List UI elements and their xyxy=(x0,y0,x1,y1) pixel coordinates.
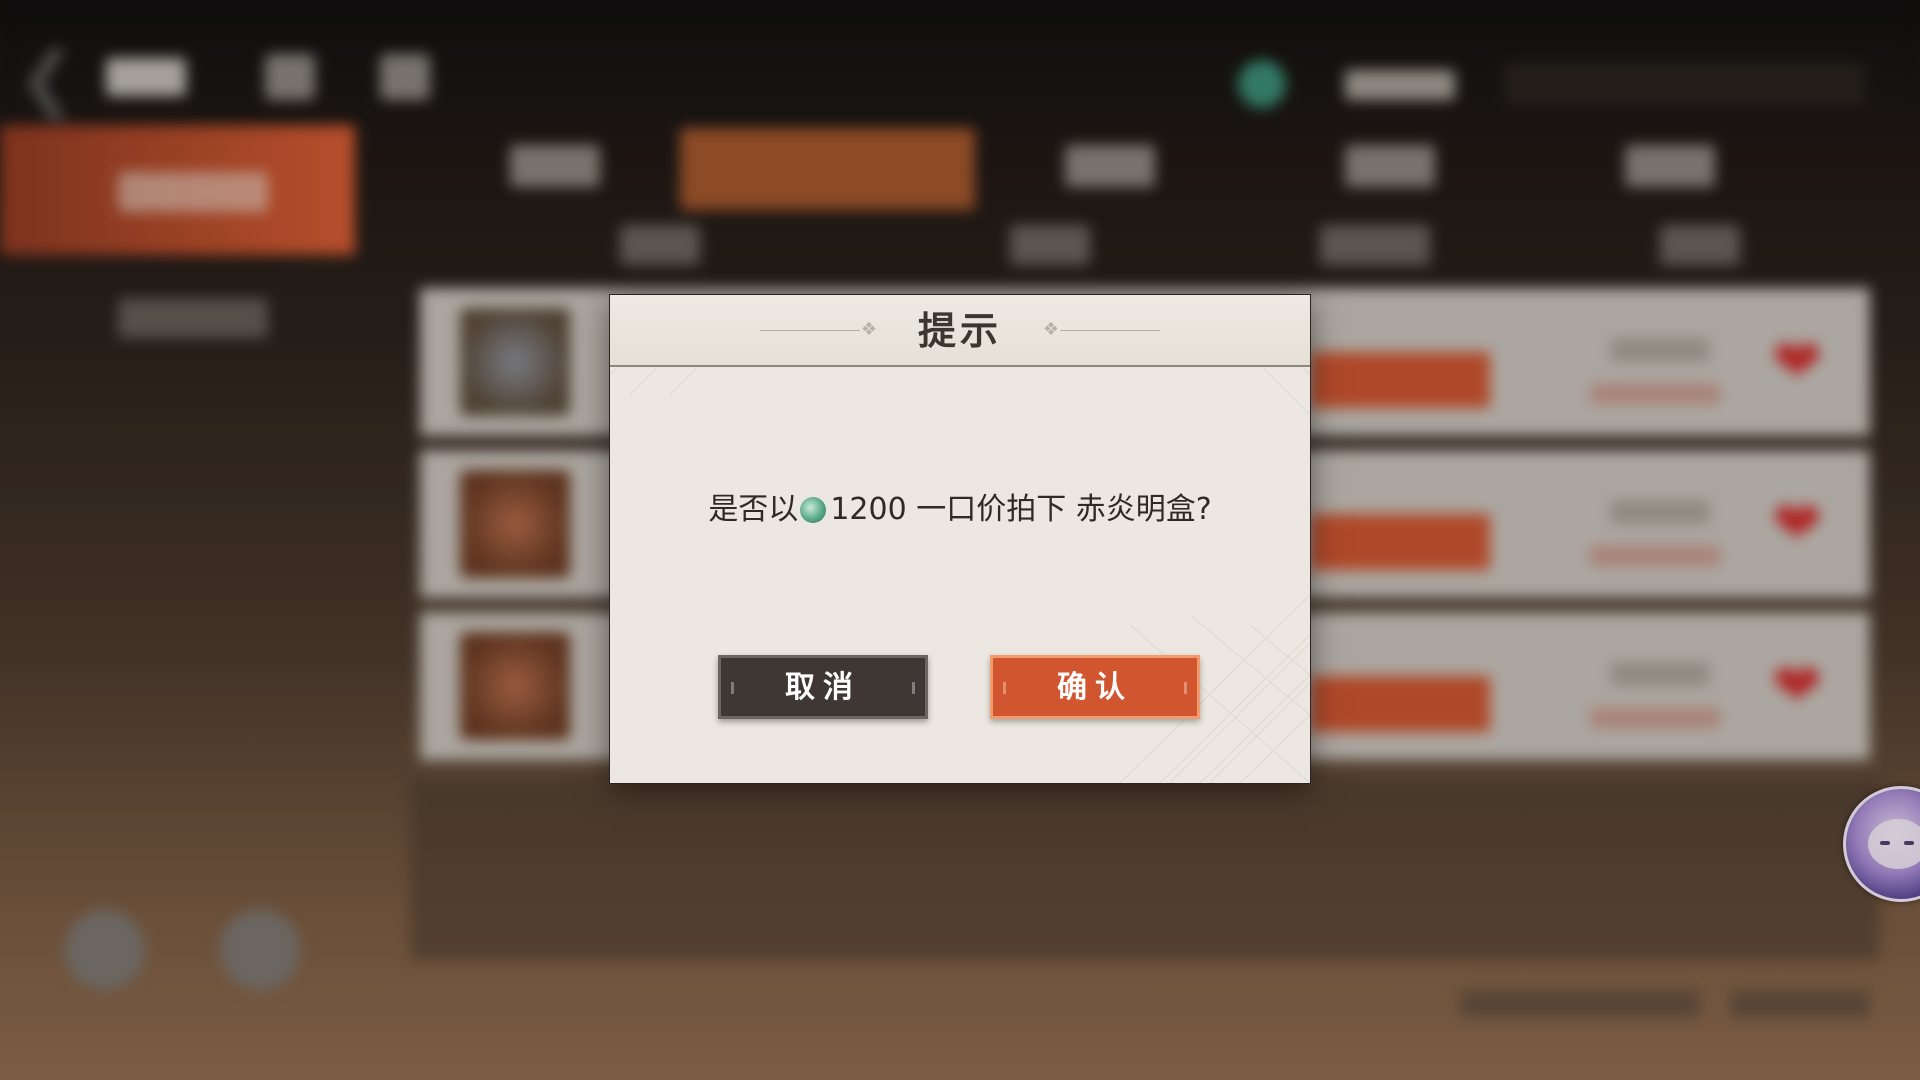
cancel-button[interactable]: 取消 xyxy=(718,655,928,719)
confirm-button[interactable]: 确认 xyxy=(990,655,1200,719)
screen: ❮ ❤ ❤ ❤ ❖ 提示 ❖ 是否以 1200 一口价拍下 赤炎明盒? 取消 确… xyxy=(0,0,1920,1080)
cancel-label: 取消 xyxy=(785,670,861,705)
dialog-message: 是否以 1200 一口价拍下 赤炎明盒? xyxy=(610,487,1310,533)
button-ornament xyxy=(1003,682,1006,694)
dialog-header: ❖ 提示 ❖ xyxy=(610,295,1310,367)
message-suffix: 一口价拍下 赤炎明盒? xyxy=(916,492,1212,527)
button-ornament xyxy=(731,682,734,694)
jade-coin-icon xyxy=(800,497,827,523)
title-ornament-line xyxy=(1060,330,1160,331)
dialog-title: 提示 xyxy=(917,308,1002,353)
dialog-lattice-pattern xyxy=(610,295,1310,783)
price-value: 1200 xyxy=(830,492,907,527)
confirm-label: 确认 xyxy=(1057,670,1133,705)
button-ornament xyxy=(912,682,915,694)
confirm-dialog: ❖ 提示 ❖ 是否以 1200 一口价拍下 赤炎明盒? 取消 确认 xyxy=(610,295,1310,783)
button-ornament xyxy=(1184,682,1187,694)
message-prefix: 是否以 xyxy=(708,492,799,527)
diamond-ornament-icon: ❖ xyxy=(1042,319,1060,340)
